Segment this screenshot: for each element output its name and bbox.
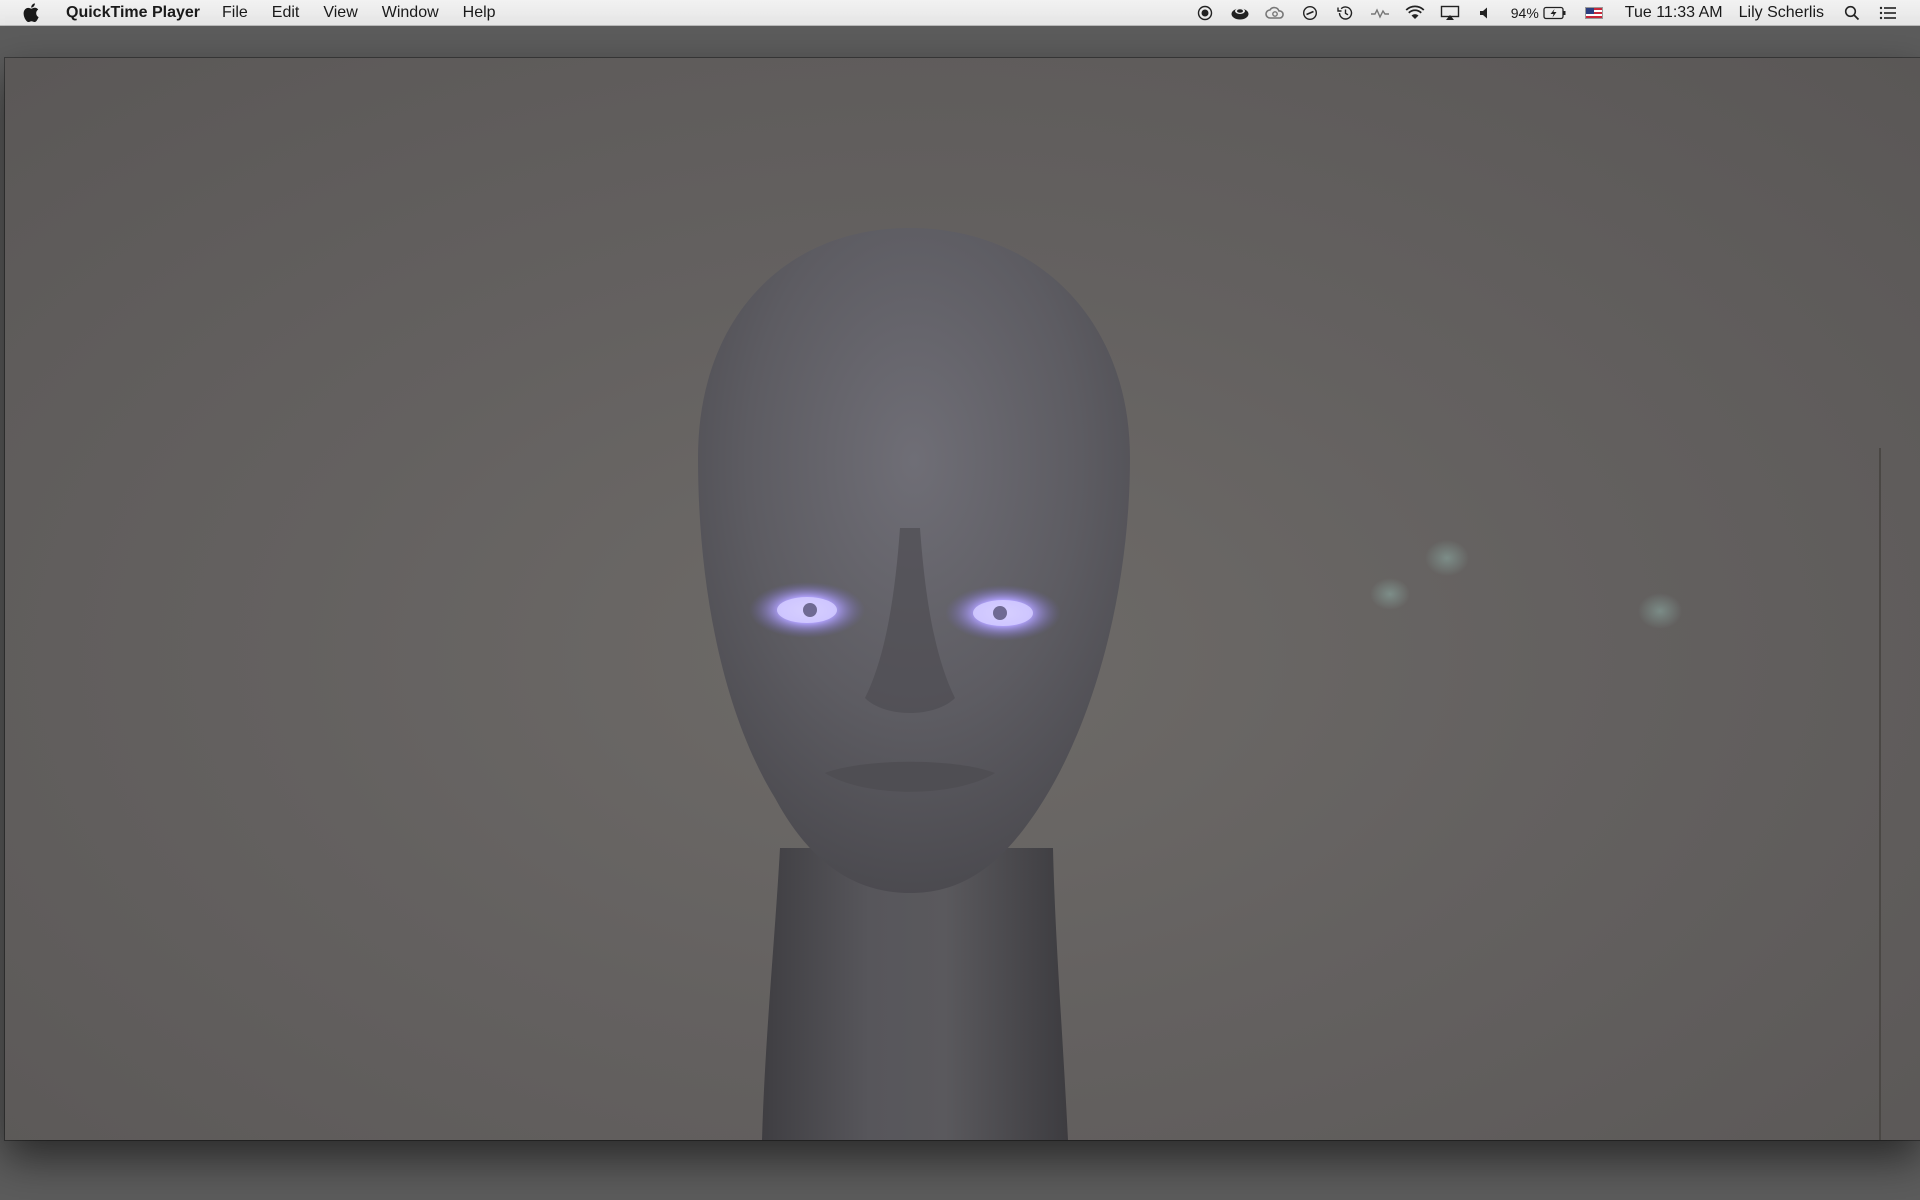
menu-window[interactable]: Window: [382, 0, 439, 26]
menu-edit[interactable]: Edit: [272, 0, 300, 26]
menu-bar: QuickTime Player File Edit View Window H…: [0, 0, 1920, 26]
volume-icon[interactable]: [1475, 3, 1495, 23]
video-content-mannequin-head: [698, 228, 1881, 1140]
us-flag-icon[interactable]: [1584, 7, 1603, 19]
record-icon[interactable]: [1195, 3, 1215, 23]
battery-percentage[interactable]: 94%: [1511, 0, 1539, 26]
notification-center-icon[interactable]: [1878, 3, 1898, 23]
user-name[interactable]: Lily Scherlis: [1739, 0, 1824, 26]
menu-file[interactable]: File: [222, 0, 248, 26]
menu-help[interactable]: Help: [463, 0, 496, 26]
menu-bar-left: QuickTime Player File Edit View Window H…: [0, 0, 520, 25]
spotlight-search-icon[interactable]: [1842, 3, 1862, 23]
menu-clock[interactable]: Tue 11:33 AM: [1625, 0, 1723, 26]
quicktime-player-window[interactable]: [5, 58, 1920, 1140]
creative-cloud-icon[interactable]: [1264, 3, 1285, 23]
airplay-icon[interactable]: [1440, 3, 1460, 23]
activity-icon[interactable]: [1370, 3, 1390, 23]
menu-view[interactable]: View: [323, 0, 357, 26]
evernote-icon[interactable]: [1230, 3, 1250, 23]
sync-icon[interactable]: [1300, 3, 1320, 23]
wifi-icon[interactable]: [1405, 3, 1425, 23]
video-frame[interactable]: [5, 58, 1920, 1140]
battery-charging-icon[interactable]: [1543, 3, 1567, 23]
time-machine-icon[interactable]: [1335, 3, 1355, 23]
menu-app-name[interactable]: QuickTime Player: [66, 0, 200, 26]
menu-bar-status-area: 94% Tue 11:33 AM Lily Scherlis: [1180, 0, 1920, 26]
apple-icon[interactable]: [22, 3, 40, 23]
